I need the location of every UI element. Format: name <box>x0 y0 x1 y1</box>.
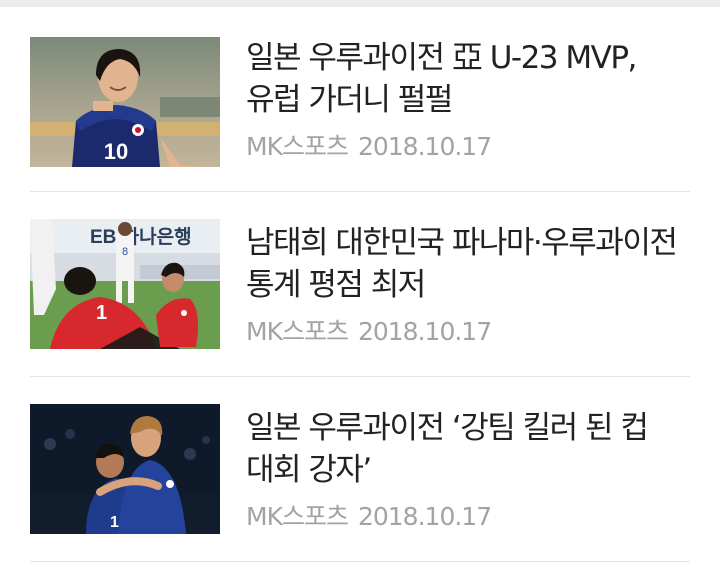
thumbnail-image: EB 하나은행 8 1 <box>30 219 220 349</box>
news-item[interactable]: 10 일본 우루과이전 亞 U-23 MVP, 유럽 가더니 펄펄 MK스포츠 2… <box>30 7 690 192</box>
article-source: MK스포츠 <box>246 502 349 531</box>
article-title[interactable]: 남태희 대한민국 파나마·우루과이전 통계 평점 최저 <box>246 222 686 306</box>
article-meta: MK스포츠 2018.10.17 <box>246 127 686 163</box>
article-date: 2018.10.17 <box>357 132 492 161</box>
jersey-number: 10 <box>104 139 128 164</box>
article-meta: MK스포츠 2018.10.17 <box>246 312 686 348</box>
news-item[interactable]: EB 하나은행 8 1 남태희 대한민국 파나마·우루과이전 통계 평점 최저 … <box>30 192 690 377</box>
article-thumbnail[interactable]: 10 <box>30 37 220 167</box>
article-date: 2018.10.17 <box>357 502 492 531</box>
thumbnail-image: 10 <box>30 404 220 534</box>
jersey-number: 1 <box>96 302 107 324</box>
thumbnail-image: 10 <box>30 37 220 167</box>
article-source: MK스포츠 <box>246 132 349 161</box>
top-separator-bar <box>0 0 720 7</box>
article-thumbnail[interactable]: 10 <box>30 404 220 534</box>
news-list: 10 일본 우루과이전 亞 U-23 MVP, 유럽 가더니 펄펄 MK스포츠 2… <box>30 7 690 562</box>
article-date: 2018.10.17 <box>357 317 492 346</box>
jersey-number: 8 <box>122 246 128 258</box>
article-title[interactable]: 일본 우루과이전 亞 U-23 MVP, 유럽 가더니 펄펄 <box>246 37 686 121</box>
article-thumbnail[interactable]: EB 하나은행 8 1 <box>30 219 220 349</box>
news-item[interactable]: 10 일본 우루과이전 ‘강팀 킬러 된 컵 대회 강자’ MK스포츠 2018.… <box>30 377 690 562</box>
article-meta: MK스포츠 2018.10.17 <box>246 497 686 533</box>
article-title[interactable]: 일본 우루과이전 ‘강팀 킬러 된 컵 대회 강자’ <box>246 407 686 491</box>
article-source: MK스포츠 <box>246 317 349 346</box>
stadium-banner-text: EB 하나은행 <box>90 226 192 248</box>
